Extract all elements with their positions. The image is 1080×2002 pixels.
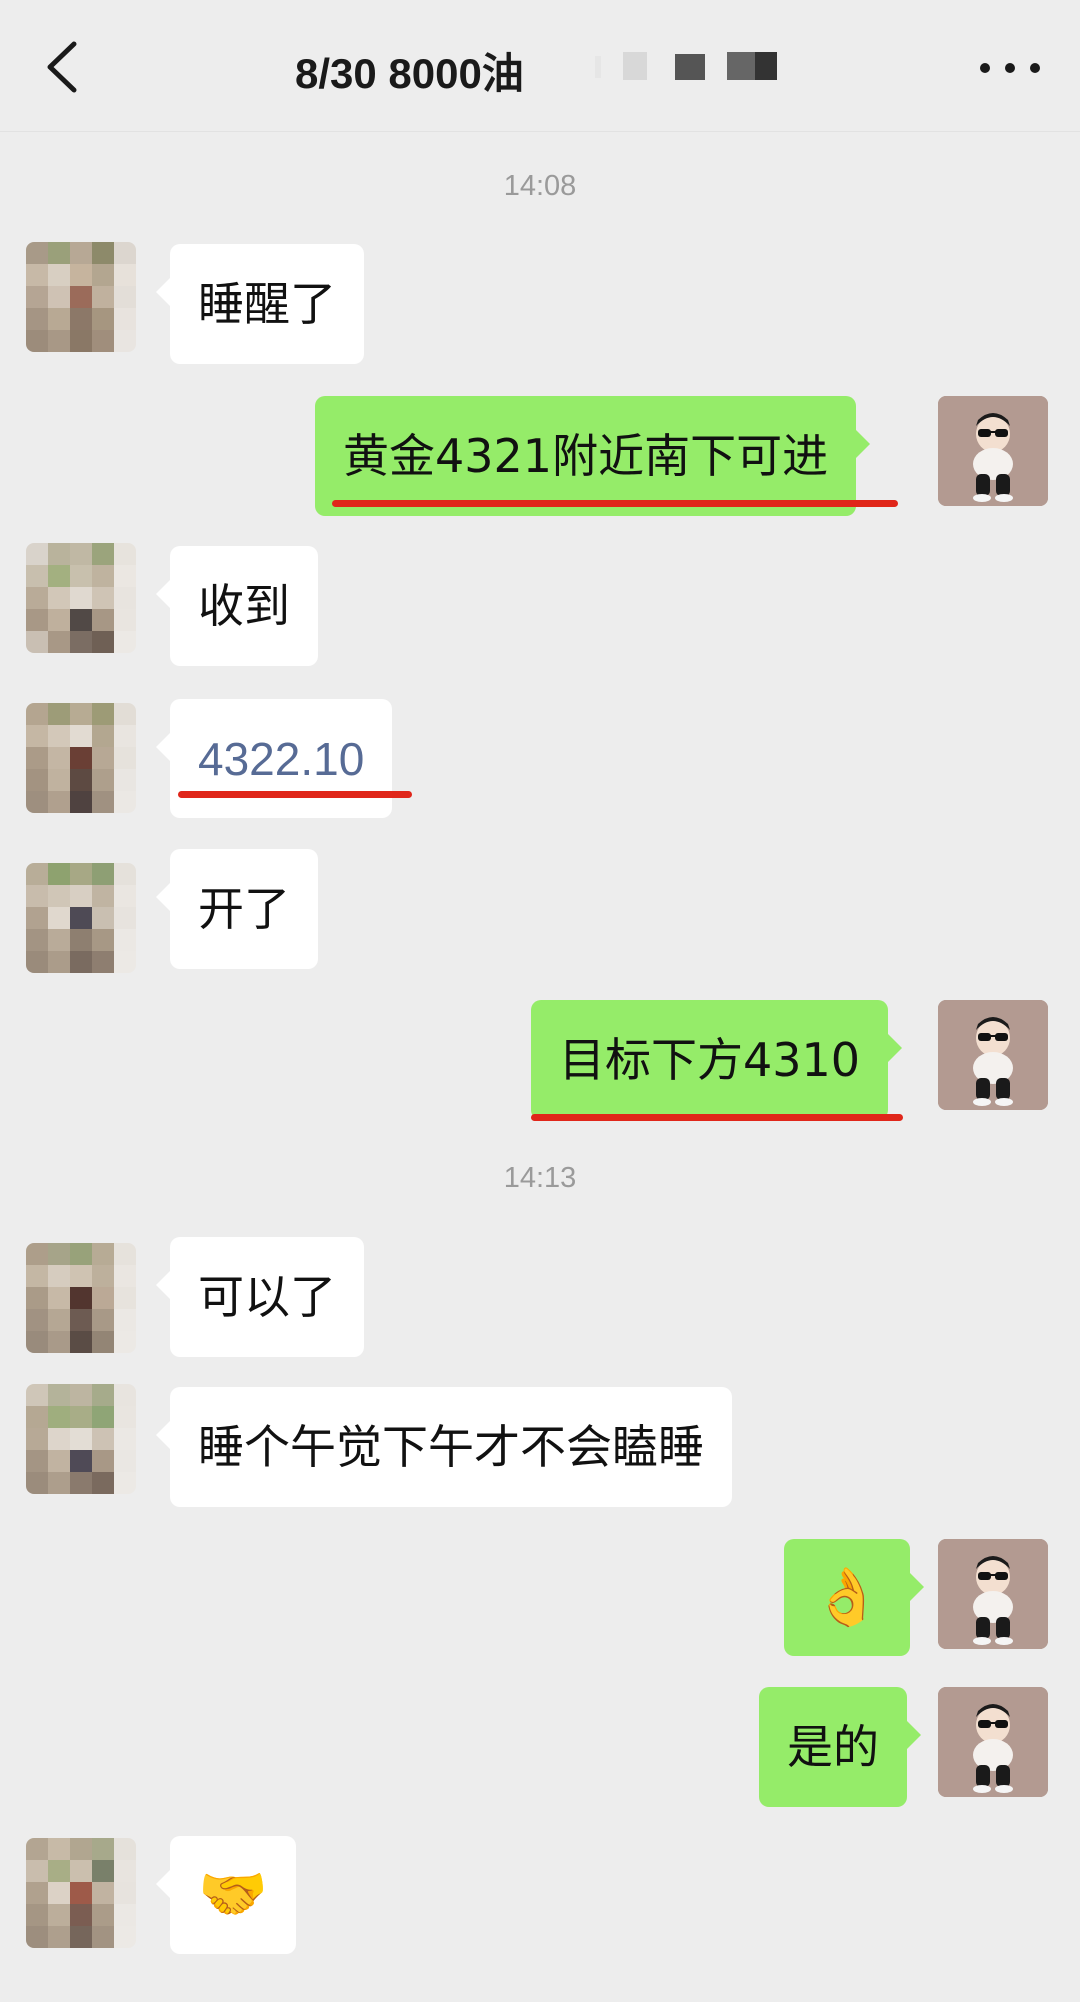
chevron-left-icon	[47, 41, 77, 93]
message-bubble[interactable]: 黄金4321附近南下可进	[315, 396, 871, 516]
message-bubble[interactable]: 收到	[156, 546, 318, 666]
message-text: 是的	[787, 1720, 879, 1774]
more-button[interactable]	[975, 50, 1045, 86]
message-bubble[interactable]: 🤝	[156, 1836, 296, 1954]
annotation-underline	[332, 500, 898, 507]
timestamp: 14:13	[503, 1162, 577, 1194]
message-text: 睡醒了	[198, 277, 336, 331]
chat-header: 8/30 8000油	[0, 0, 1080, 132]
contact-avatar[interactable]	[26, 1838, 136, 1948]
more-dots-icon	[980, 63, 1040, 73]
annotation-underline	[531, 1114, 903, 1121]
message-bubble[interactable]: 是的	[759, 1687, 921, 1807]
message-text: 黄金4321附近南下可进	[343, 429, 829, 483]
message-bubble[interactable]: 4322.10	[155, 699, 393, 818]
contact-avatar[interactable]	[26, 863, 136, 973]
contact-avatar[interactable]	[26, 1243, 136, 1353]
message-text: 可以了	[198, 1270, 336, 1324]
my-avatar[interactable]	[938, 1539, 1048, 1649]
message-text: 目标下方4310	[559, 1033, 861, 1087]
handshake-emoji: 🤝	[198, 1862, 268, 1927]
chat-title: 8/30 8000油	[295, 50, 524, 97]
message-text: 收到	[198, 579, 290, 633]
message-bubble[interactable]: 睡醒了	[156, 244, 364, 364]
contact-avatar[interactable]	[26, 1384, 136, 1494]
contact-avatar[interactable]	[26, 703, 136, 813]
message-text: 开了	[198, 882, 290, 936]
annotation-underline	[178, 791, 412, 798]
message-bubble[interactable]: 开了	[156, 849, 318, 969]
message-bubble[interactable]: 目标下方4310	[531, 1000, 903, 1120]
my-avatar[interactable]	[938, 1687, 1048, 1797]
redacted-title-text	[595, 52, 777, 80]
message-bubble[interactable]: 睡个午觉下午才不会瞌睡	[156, 1387, 732, 1507]
my-avatar[interactable]	[938, 1000, 1048, 1110]
message-number-text[interactable]: 4322.10	[198, 729, 364, 789]
my-avatar[interactable]	[938, 396, 1048, 506]
back-button[interactable]	[38, 34, 98, 100]
message-bubble[interactable]: 可以了	[156, 1237, 364, 1357]
timestamp: 14:08	[503, 170, 577, 202]
contact-avatar[interactable]	[26, 543, 136, 653]
contact-avatar[interactable]	[26, 242, 136, 352]
message-text: 睡个午觉下午才不会瞌睡	[198, 1420, 704, 1474]
message-bubble[interactable]: 👌	[784, 1539, 924, 1656]
ok-hand-emoji: 👌	[812, 1564, 882, 1630]
